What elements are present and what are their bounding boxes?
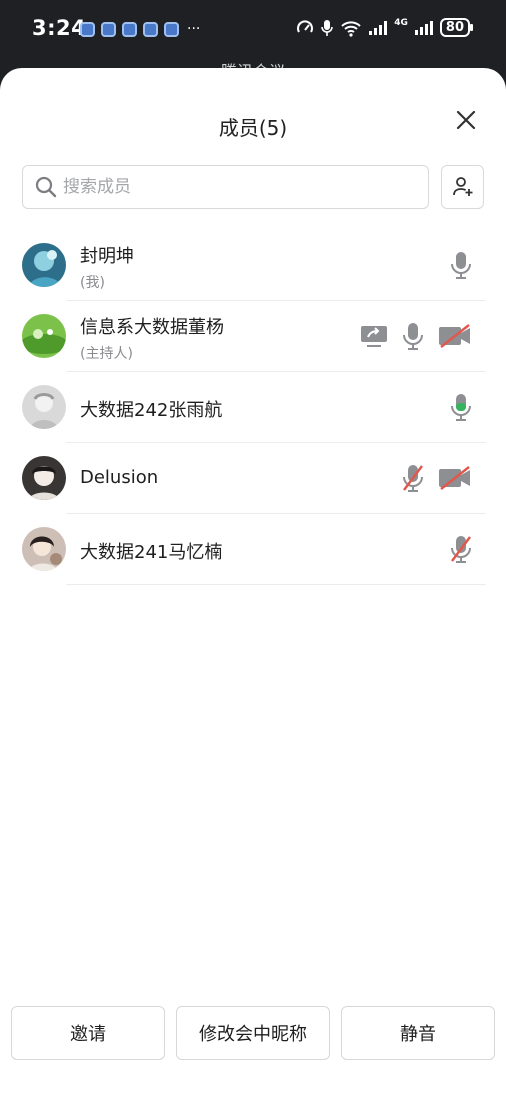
rename-button[interactable]: 修改会中昵称 bbox=[176, 1006, 330, 1060]
member-name: 封明坤 bbox=[80, 246, 134, 267]
clock: 3:24 bbox=[32, 16, 87, 40]
avatar bbox=[22, 243, 66, 287]
member-controls bbox=[450, 392, 472, 422]
row-divider bbox=[66, 584, 486, 585]
signal-icon bbox=[414, 20, 433, 35]
member-row[interactable]: 大数据241马忆楠 bbox=[0, 514, 506, 585]
close-icon bbox=[456, 110, 476, 130]
action-bar: 邀请 修改会中昵称 静音 bbox=[11, 1006, 495, 1060]
add-member-button[interactable] bbox=[441, 165, 484, 209]
close-button[interactable] bbox=[454, 108, 478, 132]
member-name: 大数据241马忆楠 bbox=[80, 542, 223, 563]
member-controls bbox=[402, 463, 472, 493]
member-name: 大数据242张雨航 bbox=[80, 400, 223, 421]
wifi-icon bbox=[341, 20, 361, 37]
search-input[interactable] bbox=[63, 177, 403, 197]
battery-indicator: 80 bbox=[439, 18, 474, 37]
avatar bbox=[22, 527, 66, 571]
status-bar: 3:24 ··· 4G 80 bbox=[0, 0, 506, 62]
app-notification-icon bbox=[80, 21, 95, 37]
system-status: 4G 80 bbox=[296, 18, 474, 37]
video-off-icon[interactable] bbox=[438, 465, 472, 491]
app-notification-icon bbox=[122, 21, 137, 37]
member-list: 封明坤 (我) 信息系大数据董杨 (主持人) 大数据242张雨航 Delusio… bbox=[0, 230, 506, 585]
invite-button[interactable]: 邀请 bbox=[11, 1006, 165, 1060]
member-role: (我) bbox=[80, 275, 105, 291]
more-notifications-icon: ··· bbox=[187, 21, 201, 37]
notification-icons: ··· bbox=[80, 21, 200, 37]
member-row[interactable]: 封明坤 (我) bbox=[0, 230, 506, 301]
member-name: Delusion bbox=[80, 467, 159, 488]
speed-icon bbox=[297, 19, 314, 33]
microphone-off-icon[interactable] bbox=[450, 534, 472, 564]
signal-icon bbox=[369, 20, 388, 35]
network-type: 4G bbox=[394, 18, 408, 28]
members-sheet: 成员(5) 封明坤 (我) 信息系大数据董杨 (主持人) bbox=[0, 68, 506, 1112]
avatar bbox=[22, 385, 66, 429]
microphone-icon[interactable] bbox=[402, 321, 424, 351]
microphone-icon[interactable] bbox=[450, 250, 472, 280]
avatar bbox=[22, 456, 66, 500]
sheet-title: 成员(5) bbox=[218, 116, 288, 140]
member-controls bbox=[360, 321, 472, 351]
app-notification-icon bbox=[164, 21, 179, 37]
avatar bbox=[22, 314, 66, 358]
video-off-icon[interactable] bbox=[438, 323, 472, 349]
member-controls bbox=[450, 250, 472, 280]
search-icon bbox=[35, 176, 57, 198]
member-row[interactable]: Delusion bbox=[0, 443, 506, 514]
member-controls bbox=[450, 534, 472, 564]
screen-share-icon[interactable] bbox=[360, 324, 388, 348]
member-row[interactable]: 信息系大数据董杨 (主持人) bbox=[0, 301, 506, 372]
microphone-icon bbox=[321, 19, 334, 36]
add-user-icon bbox=[452, 177, 472, 196]
mute-all-button[interactable]: 静音 bbox=[341, 1006, 495, 1060]
app-notification-icon bbox=[101, 21, 116, 37]
search-box[interactable] bbox=[22, 165, 429, 209]
member-role: (主持人) bbox=[80, 346, 133, 362]
member-name: 信息系大数据董杨 bbox=[80, 317, 224, 338]
app-notification-icon bbox=[143, 21, 158, 37]
microphone-icon[interactable] bbox=[450, 392, 472, 422]
member-row[interactable]: 大数据242张雨航 bbox=[0, 372, 506, 443]
microphone-off-icon[interactable] bbox=[402, 463, 424, 493]
